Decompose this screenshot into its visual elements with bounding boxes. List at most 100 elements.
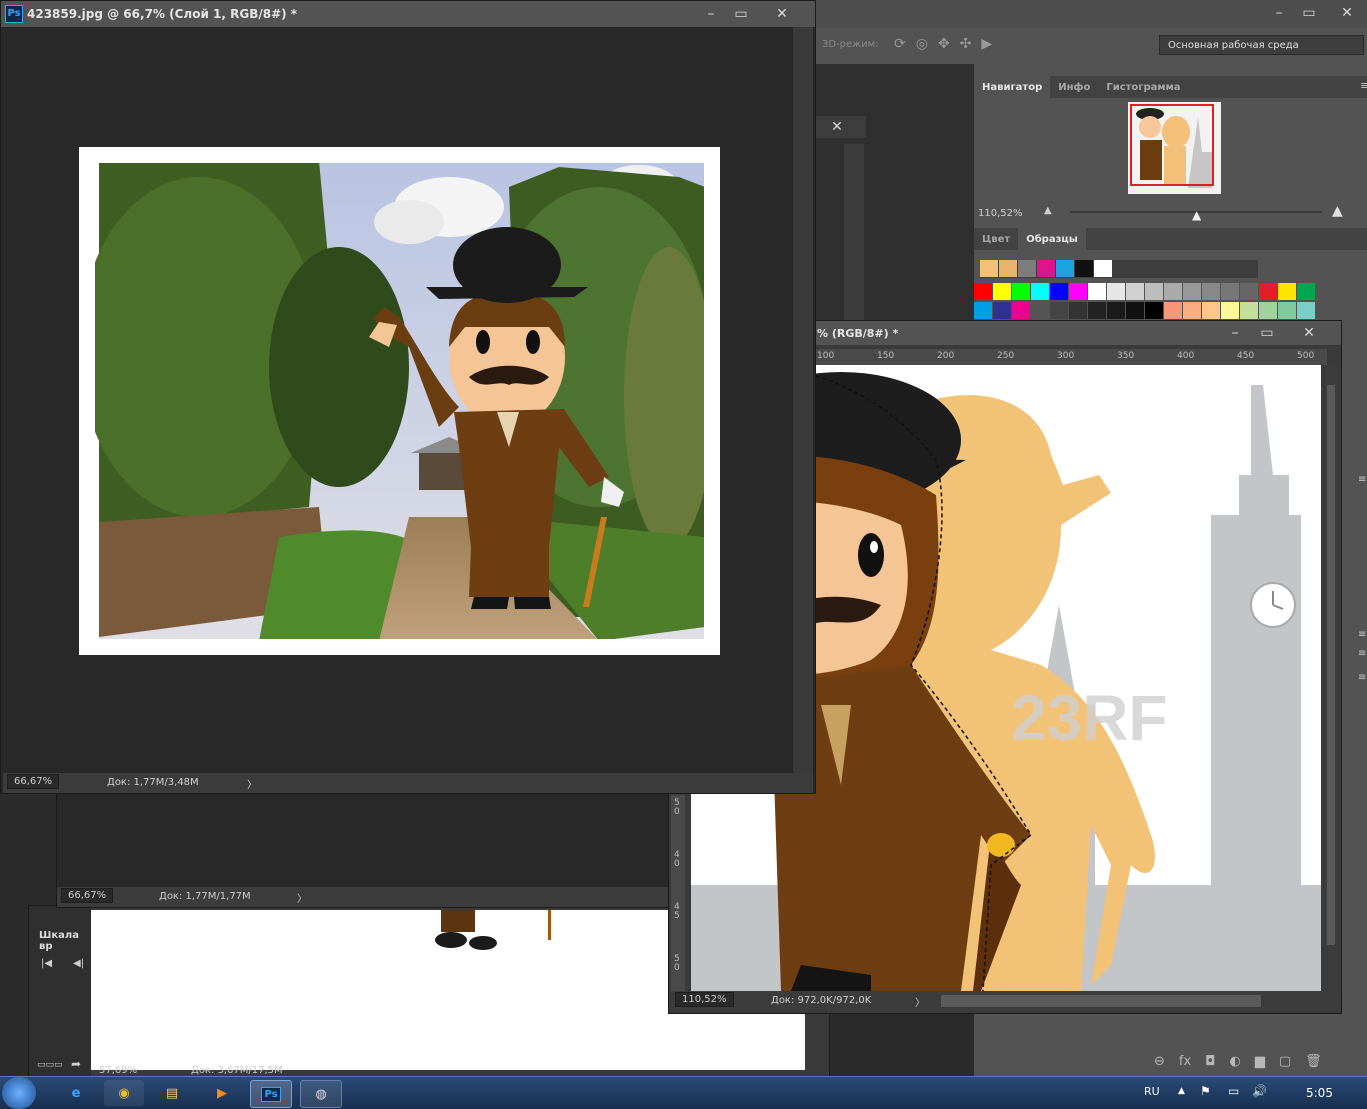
app-close-button[interactable]: ✕ [1334,2,1360,24]
mask-icon[interactable]: ◘ [1205,1054,1215,1069]
color-swatch[interactable] [993,302,1011,319]
zoom-value[interactable]: 66,67% [61,888,114,903]
color-swatch[interactable] [1107,283,1125,300]
clock-time[interactable]: 5:05 [1306,1086,1333,1100]
network-icon[interactable]: ▭ [1228,1084,1239,1098]
file-explorer-icon[interactable]: ▤ [152,1080,192,1106]
zoom-value[interactable]: 57,69% [99,1065,137,1076]
color-swatch[interactable] [1107,302,1125,319]
color-swatch[interactable] [1202,302,1220,319]
link-layers-icon[interactable]: ⊖ [1154,1054,1165,1069]
panel-menu-icon[interactable]: ≡ [1358,629,1366,640]
color-swatch[interactable] [1183,302,1201,319]
3d-orbit-icon[interactable]: ⟳ [894,36,906,52]
horizontal-ruler[interactable]: 100 150 200 250 300 350 400 450 500 [815,349,1327,365]
color-swatch[interactable] [1088,302,1106,319]
color-swatch[interactable] [1088,283,1106,300]
zoom-out-icon[interactable]: ▲ [1044,205,1052,216]
language-indicator[interactable]: RU [1144,1085,1160,1098]
tab-swatches[interactable]: Образцы [1018,228,1086,250]
color-swatch[interactable] [1183,283,1201,300]
prev-frame-icon[interactable]: ◀| [73,958,84,969]
panel-menu-icon[interactable]: ≡ [1360,79,1367,92]
color-swatch[interactable] [1037,260,1055,277]
zoom-slider-thumb[interactable]: ▲ [1192,208,1201,222]
color-swatch[interactable] [999,260,1017,277]
volume-icon[interactable]: 🔊 [1252,1084,1267,1098]
navigator-thumbnail[interactable] [1128,102,1221,194]
color-swatch[interactable] [1278,302,1296,319]
color-swatch[interactable] [993,283,1011,300]
color-swatch[interactable] [1069,283,1087,300]
photoshop-taskbar-button[interactable]: Ps [250,1080,292,1108]
app-minimize-button[interactable]: – [1266,2,1292,24]
new-layer-icon[interactable]: ▢ [1279,1054,1291,1069]
internet-explorer-icon[interactable]: e [56,1080,96,1106]
panel-menu-icon[interactable]: ≡ [1358,672,1366,683]
trash-icon[interactable]: 🗑 [1305,1054,1322,1069]
color-swatch[interactable] [1297,283,1315,300]
color-swatch[interactable] [1069,302,1087,319]
color-swatch[interactable] [1012,283,1030,300]
color-swatch[interactable] [1240,302,1258,319]
color-swatch[interactable] [1297,302,1315,319]
3d-pan-icon[interactable]: ✥ [938,36,950,52]
color-swatch[interactable] [1145,302,1163,319]
color-swatch[interactable] [974,302,992,319]
status-arrow-icon[interactable]: 〉 [247,776,257,791]
doc-close-button[interactable]: ✕ [767,3,797,25]
hidden-window-close-icon[interactable]: ✕ [822,116,852,138]
color-swatch[interactable] [1126,283,1144,300]
color-swatch[interactable] [1031,283,1049,300]
color-swatch[interactable] [1018,260,1036,277]
adjustment-icon[interactable]: ◐ [1229,1054,1240,1069]
doc-minimize-button[interactable]: – [1223,323,1247,343]
status-arrow-icon[interactable]: 〉 [915,994,925,1009]
color-swatch[interactable] [1050,302,1068,319]
doc-maximize-button[interactable]: ▭ [1255,323,1279,343]
start-button[interactable] [2,1077,36,1109]
tab-info[interactable]: Инфо [1050,76,1098,98]
color-swatch[interactable] [1259,283,1277,300]
status-arrow-icon[interactable]: 〉 [297,890,307,905]
doc-info[interactable]: Док: 1,77M/3,48M [107,777,199,788]
color-swatch[interactable] [1126,302,1144,319]
folder-icon[interactable]: ▆ [1255,1054,1265,1069]
color-swatch[interactable] [1031,302,1049,319]
vertical-ruler[interactable]: 5 0 4 0 4 5 5 0 [671,795,685,995]
zoom-value[interactable]: 110,52% [675,992,734,1007]
tab-color[interactable]: Цвет [974,228,1018,250]
color-swatch[interactable] [1164,302,1182,319]
color-swatch[interactable] [1094,260,1112,277]
document-title-bar[interactable]: Ps 423859.jpg @ 66,7% (Слой 1, RGB/8#) * [1,1,815,27]
zoom-value[interactable]: 66,67% [7,774,60,789]
fx-icon[interactable]: fx [1179,1054,1191,1069]
tab-navigator[interactable]: Навигатор [974,76,1051,98]
color-swatch[interactable] [1240,283,1258,300]
color-swatch[interactable] [1221,302,1239,319]
workspace-select[interactable]: Основная рабочая среда [1159,35,1364,55]
color-swatch[interactable] [1145,283,1163,300]
color-swatch[interactable] [1202,283,1220,300]
photo-canvas[interactable] [63,131,736,671]
chrome-icon[interactable]: ◉ [104,1080,144,1106]
zoom-in-icon[interactable]: ▲ [1332,203,1343,219]
color-swatch[interactable] [974,283,992,300]
go-first-frame-icon[interactable]: |◀ [41,958,52,969]
doc-info[interactable]: Док: 972,0K/972,0K [771,995,871,1006]
vertical-scroll-thumb[interactable] [1327,385,1335,945]
vertical-scrollbar[interactable] [793,27,813,773]
color-swatch[interactable] [1221,283,1239,300]
color-swatch[interactable] [1164,283,1182,300]
color-swatch[interactable] [1075,260,1093,277]
tab-histogram[interactable]: Гистограмма [1098,76,1188,98]
3d-camera-icon[interactable]: ▶ [981,36,992,52]
color-swatch[interactable] [1259,302,1277,319]
frame-mode-icon[interactable]: ▭▭▭ [37,1060,63,1070]
doc-close-button[interactable]: ✕ [1297,323,1321,343]
color-swatch[interactable] [1012,302,1030,319]
convert-icon[interactable]: ➦ [71,1057,81,1071]
panel-menu-icon[interactable]: ≡ [1358,648,1366,659]
doc-info[interactable]: Док: 1,77M/1,77M [159,891,251,902]
vertical-scrollbar[interactable] [1325,365,1337,991]
